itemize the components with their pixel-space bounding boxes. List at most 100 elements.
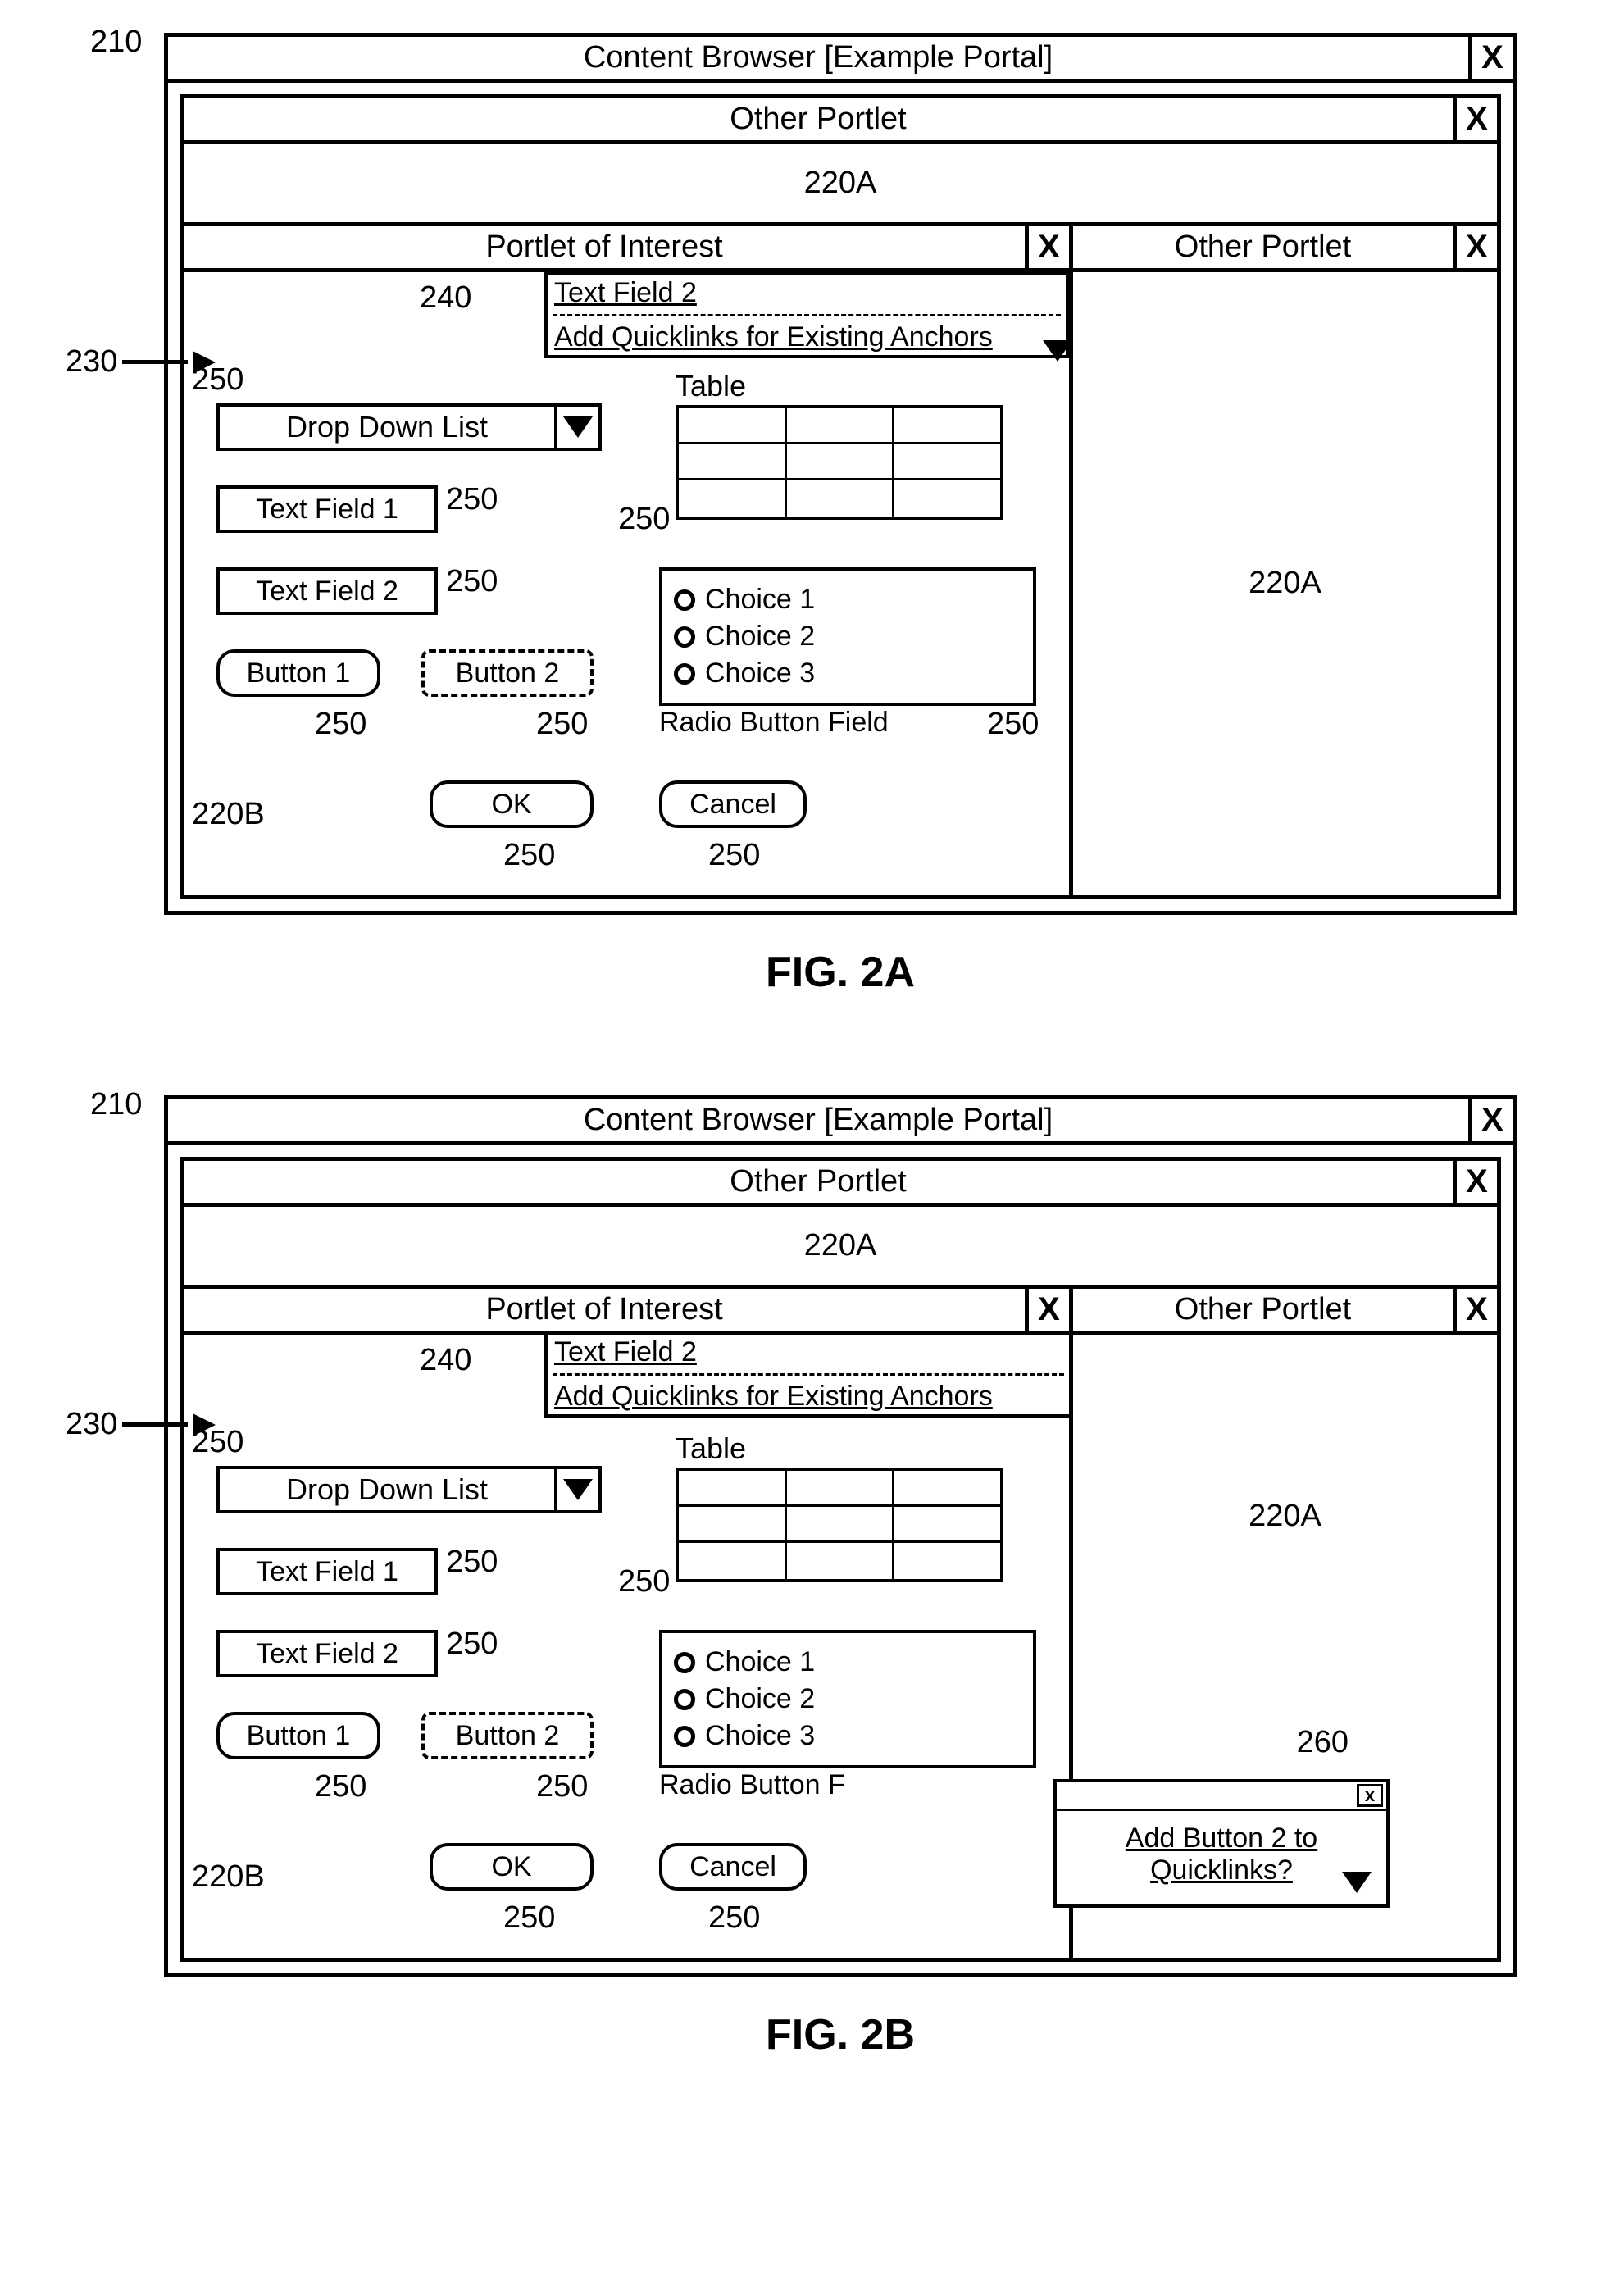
close-icon[interactable]: X (1453, 1161, 1497, 1203)
close-icon[interactable]: X (1468, 37, 1513, 79)
browser-titlebar: Content Browser [Example Portal] X (168, 1099, 1513, 1145)
radio-icon (674, 663, 695, 685)
other-portlet-body: 220A (184, 1207, 1497, 1285)
radio-icon (674, 1652, 695, 1673)
text-field-1[interactable]: Text Field 1 (216, 1548, 438, 1595)
radio-icon (674, 589, 695, 611)
ddl-text: Drop Down List (220, 410, 554, 444)
text-field-1[interactable]: Text Field 1 (216, 485, 438, 533)
popup-option-add-quicklinks[interactable]: Add Quicklinks for Existing Anchors (548, 320, 1066, 355)
add-to-quicklinks-popup[interactable]: x Add Button 2 to Quicklinks? (1053, 1779, 1390, 1908)
arrow-line (122, 360, 188, 364)
close-icon[interactable]: x (1357, 1784, 1383, 1807)
close-icon[interactable]: X (1025, 226, 1069, 268)
radio-icon (674, 1689, 695, 1710)
ref-250: 250 (708, 838, 760, 873)
quicklinks-dropdown-popup[interactable]: Text Field 2 Add Quicklinks for Existing… (544, 1335, 1069, 1418)
close-icon[interactable]: X (1025, 1289, 1069, 1331)
popup-option-add-quicklinks[interactable]: Add Quicklinks for Existing Anchors (548, 1379, 1069, 1414)
text-field-2[interactable]: Text Field 2 (216, 567, 438, 615)
radio-choice-1[interactable]: Choice 1 (674, 1646, 1021, 1678)
radio-label: Choice 3 (705, 1720, 815, 1752)
button-2[interactable]: Button 2 (421, 649, 594, 697)
close-icon[interactable]: X (1453, 98, 1497, 140)
close-icon[interactable]: X (1453, 1289, 1497, 1331)
table (676, 405, 1003, 520)
cancel-button[interactable]: Cancel (659, 780, 807, 828)
text-field-1-label: Text Field 1 (256, 494, 398, 526)
ref-250: 250 (618, 1564, 670, 1600)
other-portlet-side: Other Portlet X 220A (1073, 226, 1501, 899)
close-icon[interactable]: X (1453, 226, 1497, 268)
ref-220b: 220B (192, 1859, 265, 1895)
button-2[interactable]: Button 2 (421, 1712, 594, 1759)
ok-label: OK (491, 789, 531, 821)
text-field-2-label: Text Field 2 (256, 1638, 398, 1670)
ref-250: 250 (446, 1545, 498, 1580)
other-portlet-title: Other Portlet (1073, 226, 1453, 268)
ref-250: 250 (446, 564, 498, 599)
browser-window: Content Browser [Example Portal] X Other… (164, 33, 1517, 915)
ref-230-arrow: 230 (66, 1407, 216, 1442)
other-portlet-top: Other Portlet X 220A (180, 94, 1501, 226)
button-1[interactable]: Button 1 (216, 1712, 380, 1759)
browser-title: Content Browser [Example Portal] (168, 1099, 1468, 1141)
ref-230-arrow: 230 (66, 344, 216, 380)
chevron-down-icon[interactable] (554, 407, 598, 448)
radio-choice-3[interactable]: Choice 3 (674, 1720, 1021, 1752)
text-field-1-label: Text Field 1 (256, 1556, 398, 1588)
chevron-down-icon (1043, 340, 1072, 362)
drop-down-list[interactable]: Drop Down List (216, 403, 602, 451)
ok-button[interactable]: OK (430, 1843, 594, 1891)
popup-separator (553, 314, 1061, 316)
ref-230: 230 (66, 1407, 117, 1442)
ref-250: 250 (618, 502, 670, 537)
text-field-2-label: Text Field 2 (256, 576, 398, 608)
arrow-icon (193, 351, 216, 374)
chevron-down-icon[interactable] (554, 1469, 598, 1510)
ref-250: 250 (446, 482, 498, 517)
popup-body[interactable]: Add Button 2 to Quicklinks? (1057, 1811, 1386, 1904)
other-portlet-title: Other Portlet (184, 98, 1453, 140)
ref-250: 250 (987, 707, 1039, 742)
popup-option-textfield2[interactable]: Text Field 2 (548, 1335, 1069, 1370)
button-2-label: Button 2 (456, 658, 560, 689)
second-row: Portlet of Interest X 240 Text Field 2 A… (180, 226, 1501, 899)
browser-body: Other Portlet X 220A Portlet of Interest… (168, 83, 1513, 911)
table-label: Table (676, 1431, 746, 1466)
cancel-label: Cancel (689, 1851, 776, 1883)
cancel-button[interactable]: Cancel (659, 1843, 807, 1891)
popup-text: Add Button 2 to Quicklinks? (1126, 1823, 1317, 1886)
ref-260: 260 (1297, 1725, 1349, 1760)
drop-down-list[interactable]: Drop Down List (216, 1466, 602, 1513)
button-1[interactable]: Button 1 (216, 649, 380, 697)
table (676, 1468, 1003, 1582)
ref-250: 250 (536, 707, 588, 742)
radio-button-field: Choice 1 Choice 2 Choice 3 (659, 567, 1036, 706)
popup-header: x (1057, 1782, 1386, 1811)
close-icon[interactable]: X (1468, 1099, 1513, 1141)
quicklinks-dropdown-popup[interactable]: Text Field 2 Add Quicklinks for Existing… (544, 272, 1069, 358)
radio-field-label: Radio Button F (659, 1769, 845, 1801)
radio-icon (674, 1726, 695, 1747)
radio-button-field: Choice 1 Choice 2 Choice 3 (659, 1630, 1036, 1768)
ref-210: 210 (90, 25, 142, 60)
chevron-down-icon (1342, 1872, 1372, 1893)
figure-label: FIG. 2A (164, 948, 1517, 997)
popup-option-textfield2[interactable]: Text Field 2 (548, 275, 1066, 311)
poi-title: Portlet of Interest (184, 1289, 1025, 1331)
portlet-of-interest: Portlet of Interest X 240 Text Field 2 A… (180, 1289, 1073, 1962)
radio-choice-1[interactable]: Choice 1 (674, 584, 1021, 616)
ref-250: 250 (503, 838, 555, 873)
radio-choice-3[interactable]: Choice 3 (674, 658, 1021, 689)
ddl-text: Drop Down List (220, 1472, 554, 1507)
text-field-2[interactable]: Text Field 2 (216, 1630, 438, 1677)
figure-2b: 210 Content Browser [Example Portal] X O… (33, 1095, 1591, 2059)
button-1-label: Button 1 (247, 1720, 351, 1752)
table-label: Table (676, 369, 746, 403)
radio-choice-2[interactable]: Choice 2 (674, 621, 1021, 653)
ok-button[interactable]: OK (430, 780, 594, 828)
ref-240: 240 (420, 1343, 471, 1378)
radio-choice-2[interactable]: Choice 2 (674, 1683, 1021, 1715)
ref-210: 210 (90, 1087, 142, 1122)
